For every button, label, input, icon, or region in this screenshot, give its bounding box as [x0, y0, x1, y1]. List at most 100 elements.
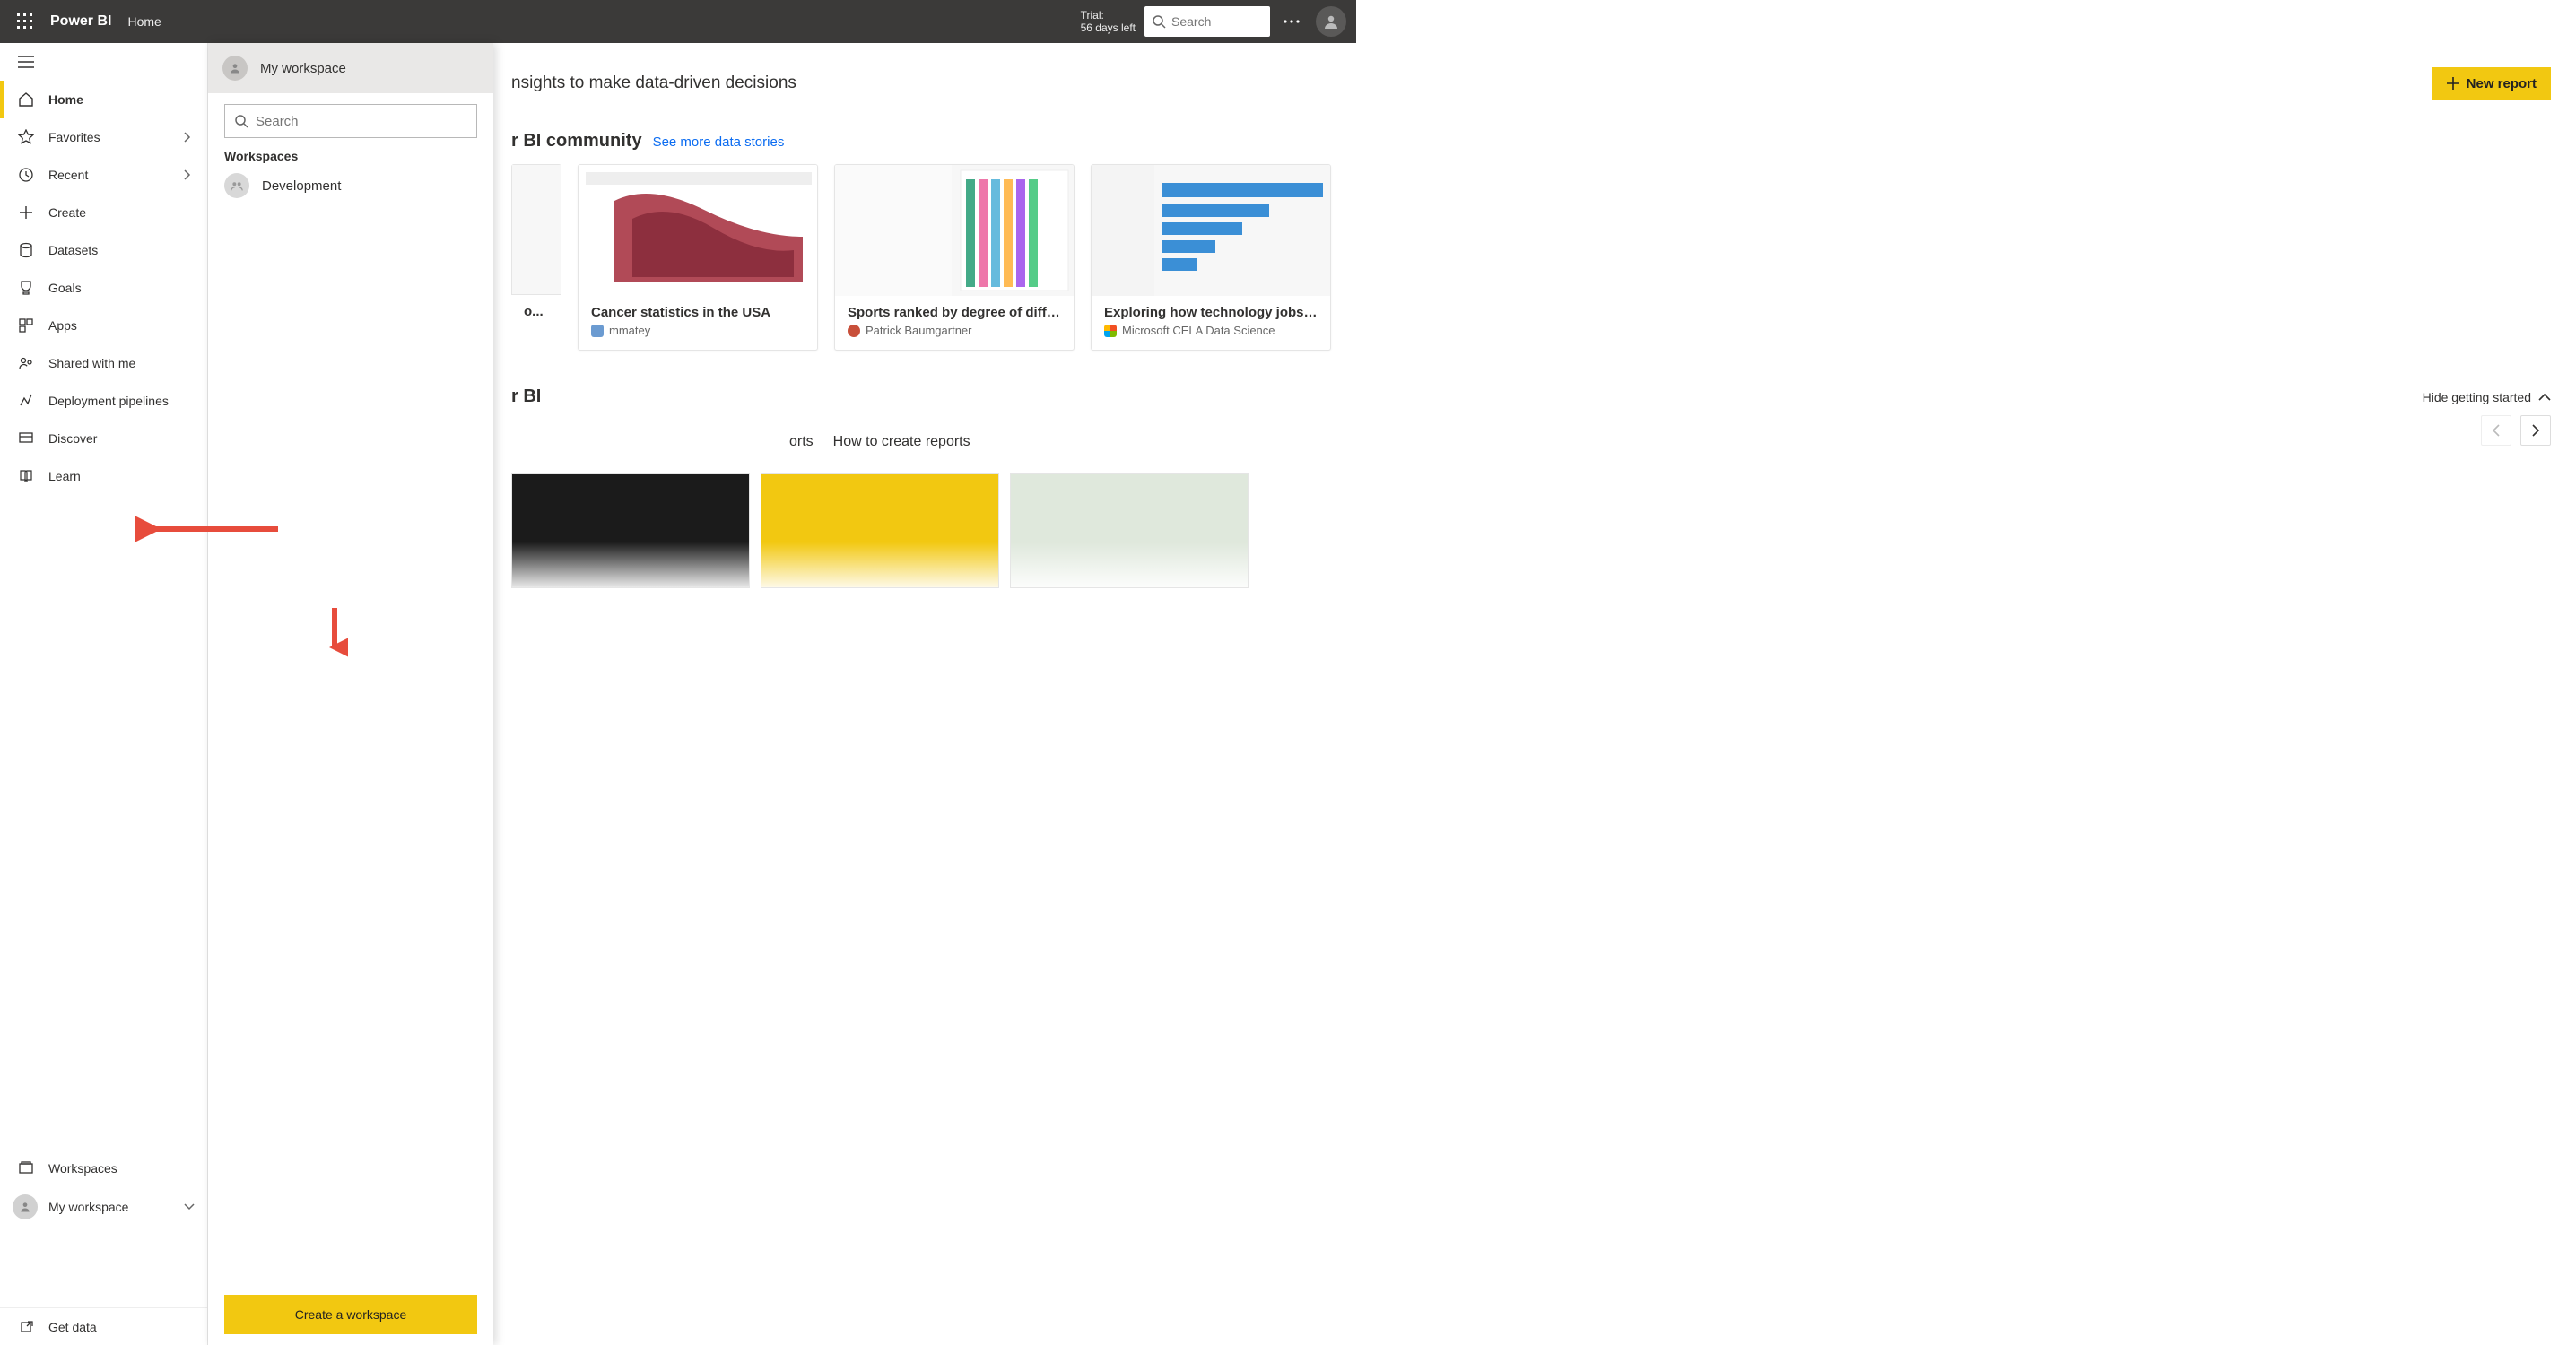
main-content: nsights to make data-driven decisions Ne… [208, 43, 2576, 1345]
global-search-input[interactable] [1171, 14, 1252, 29]
chevron-right-icon [182, 132, 191, 143]
workspace-icon [230, 178, 244, 193]
community-card[interactable]: Cancer statistics in the USA mmatey [578, 164, 818, 351]
workspaces-flyout: My workspace Workspaces Development Crea… [208, 43, 493, 1345]
learn-icon [18, 468, 34, 484]
nav-shared[interactable]: Shared with me [0, 344, 207, 382]
learn-thumbnail[interactable] [1010, 473, 1249, 588]
card-author: mmatey [609, 324, 650, 337]
learn-title: r BI [511, 386, 541, 407]
nav-label: Deployment pipelines [48, 394, 169, 408]
tab-item[interactable]: orts [789, 434, 814, 450]
button-label: Create a workspace [295, 1307, 407, 1322]
nav-get-data[interactable]: Get data [0, 1307, 207, 1345]
flyout-search-input[interactable] [256, 114, 467, 129]
brand-label: Power BI [50, 13, 111, 30]
nav-datasets[interactable]: Datasets [0, 231, 207, 269]
learn-thumbnail[interactable] [511, 473, 750, 588]
shared-icon [18, 355, 34, 371]
nav-label: Shared with me [48, 356, 135, 370]
chevron-right-icon [2531, 424, 2540, 437]
see-more-link[interactable]: See more data stories [653, 134, 785, 150]
top-bar: Power BI Home Trial: 56 days left [0, 0, 1356, 43]
nav-pipelines[interactable]: Deployment pipelines [0, 382, 207, 420]
workspaces-icon [18, 1160, 34, 1176]
annotation-arrow-create-workspace [321, 606, 348, 660]
community-title: r BI community [511, 131, 642, 152]
flyout-section-label: Workspaces [208, 143, 493, 167]
community-card[interactable]: o... [511, 164, 561, 351]
nav-label: Datasets [48, 243, 98, 257]
hamburger-icon [18, 56, 34, 68]
ellipsis-icon [1284, 20, 1300, 23]
card-author: Microsoft CELA Data Science [1122, 324, 1275, 337]
home-icon [18, 91, 34, 108]
annotation-arrow-workspaces [135, 516, 287, 542]
nav-home[interactable]: Home [0, 81, 207, 118]
nav-label: Favorites [48, 130, 100, 144]
card-author: Patrick Baumgartner [866, 324, 972, 337]
get-data-icon [19, 1320, 33, 1334]
pager-next-button[interactable] [2520, 415, 2551, 446]
nav-recent[interactable]: Recent [0, 156, 207, 194]
button-label: New report [2467, 76, 2537, 91]
nav-label: Discover [48, 431, 97, 446]
person-icon [19, 1201, 31, 1213]
nav-label: My workspace [48, 1200, 128, 1214]
star-icon [18, 129, 34, 145]
nav-label: Learn [48, 469, 81, 483]
flyout-my-workspace[interactable]: My workspace [208, 43, 493, 93]
nav-label: Goals [48, 281, 82, 295]
community-card[interactable]: Sports ranked by degree of diffi... Patr… [834, 164, 1075, 351]
tab-item[interactable]: How to create reports [833, 434, 970, 450]
user-avatar-button[interactable] [1313, 4, 1349, 39]
more-button[interactable] [1274, 4, 1310, 39]
card-title: Cancer statistics in the USA [591, 305, 805, 320]
trial-line2: 56 days left [1081, 22, 1136, 34]
nav-my-workspace[interactable]: My workspace [0, 1187, 207, 1227]
chevron-left-icon [2492, 424, 2501, 437]
nav-goals[interactable]: Goals [0, 269, 207, 307]
waffle-icon [17, 13, 33, 30]
new-report-button[interactable]: New report [2432, 67, 2551, 100]
nav-favorites[interactable]: Favorites [0, 118, 207, 156]
tagline-text: nsights to make data-driven decisions [511, 74, 796, 93]
learn-thumbnail[interactable] [761, 473, 999, 588]
card-title: Sports ranked by degree of diffi... [848, 305, 1061, 320]
chevron-right-icon [182, 169, 191, 180]
community-card[interactable]: Exploring how technology jobs ... Micros… [1091, 164, 1331, 351]
nav-toggle-button[interactable] [0, 43, 207, 81]
button-label: Hide getting started [2423, 390, 2531, 404]
nav-label: Home [48, 92, 83, 107]
global-search[interactable] [1144, 6, 1270, 37]
workspace-item-development[interactable]: Development [208, 167, 493, 204]
nav-label: Recent [48, 168, 88, 182]
nav-apps[interactable]: Apps [0, 307, 207, 344]
pipeline-icon [18, 393, 34, 409]
left-nav: Home Favorites Recent Create Datasets Go… [0, 43, 208, 1345]
breadcrumb[interactable]: Home [127, 14, 161, 29]
plus-icon [19, 205, 33, 220]
nav-create[interactable]: Create [0, 194, 207, 231]
apps-icon [18, 317, 34, 334]
nav-workspaces[interactable]: Workspaces [0, 1150, 207, 1187]
discover-icon [18, 430, 34, 447]
trial-status: Trial: 56 days left [1081, 9, 1136, 34]
trophy-icon [18, 280, 34, 296]
nav-label: Apps [48, 318, 77, 333]
pager-prev-button[interactable] [2481, 415, 2511, 446]
chevron-down-icon [184, 1203, 195, 1210]
dataset-icon [18, 242, 34, 258]
person-icon [229, 62, 241, 74]
create-workspace-button[interactable]: Create a workspace [224, 1295, 477, 1334]
plus-icon [2447, 77, 2459, 90]
flyout-search[interactable] [224, 104, 477, 138]
app-launcher-button[interactable] [7, 4, 43, 39]
card-title: Exploring how technology jobs ... [1104, 305, 1318, 320]
nav-label: Workspaces [48, 1161, 117, 1176]
hide-getting-started-button[interactable]: Hide getting started [2423, 390, 2551, 404]
nav-discover[interactable]: Discover [0, 420, 207, 457]
workspace-item-label: Development [262, 178, 341, 194]
clock-icon [18, 167, 34, 183]
nav-learn[interactable]: Learn [0, 457, 207, 495]
